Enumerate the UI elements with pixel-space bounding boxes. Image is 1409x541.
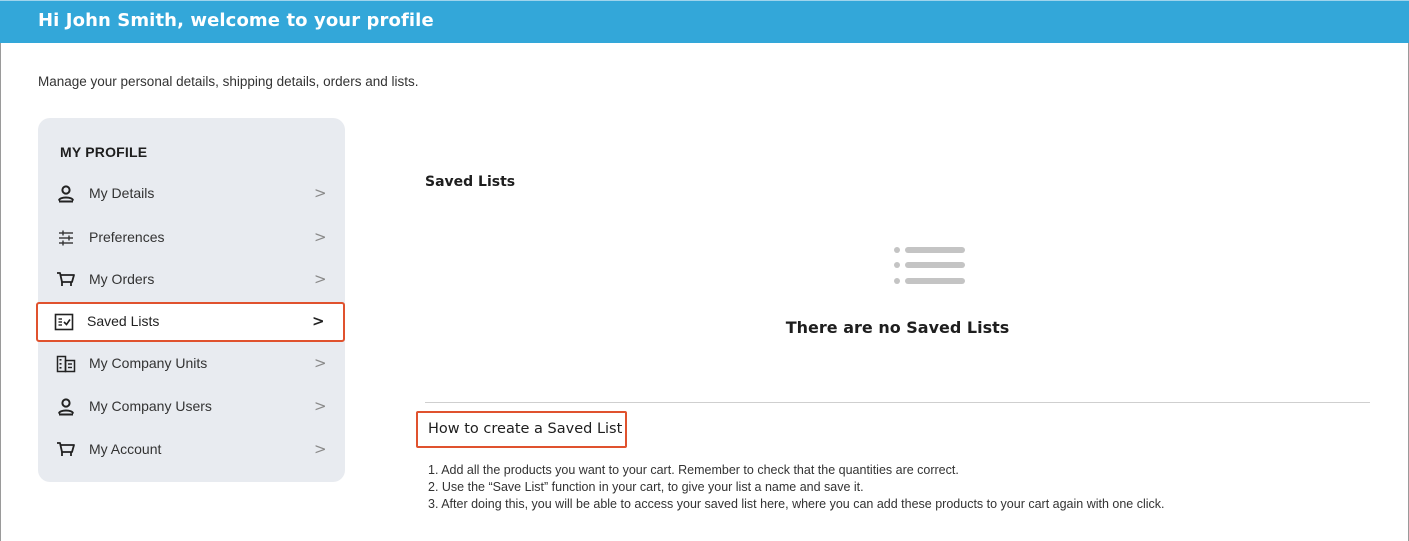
sidebar-item-label: Preferences [89,229,165,245]
sidebar-item-preferences[interactable]: Preferences > [38,218,345,258]
divider [425,402,1370,403]
howto-title: How to create a Saved List [428,421,623,437]
cart-icon [57,272,75,286]
sidebar-item-label: My Account [89,441,162,457]
checklist-icon [54,313,74,331]
sidebar-item-label: My Details [89,185,155,201]
cart-icon [57,442,75,456]
sidebar-item-my-account[interactable]: My Account > [38,430,345,470]
user-icon [58,185,74,203]
sidebar-item-saved-lists[interactable]: Saved Lists > [36,302,345,342]
howto-steps: 1. Add all the products you want to your… [428,462,1165,513]
chevron-right-icon: > [314,184,327,202]
section-title: Saved Lists [425,174,516,190]
chevron-right-icon: > [314,440,327,458]
sidebar-item-my-orders[interactable]: My Orders > [38,260,345,300]
list-item: 2. Use the “Save List” function in your … [428,480,864,494]
profile-sidebar: MY PROFILE My Details > Preferences > My… [36,118,345,482]
sidebar-item-label: My Orders [89,271,155,287]
chevron-right-icon: > [314,270,327,288]
sidebar-title: MY PROFILE [60,144,148,160]
page-title: Hi John Smith, welcome to your profile [38,10,434,31]
user-icon [58,398,74,416]
list-item: 3. After doing this, you will be able to… [428,497,1165,511]
sidebar-item-my-company-users[interactable]: My Company Users > [38,387,345,427]
empty-state-message: There are no Saved Lists [785,318,1010,337]
sidebar-item-label: My Company Units [89,355,208,371]
howto-heading-box: How to create a Saved List [416,411,627,448]
sliders-icon [59,230,73,246]
list-item: 1. Add all the products you want to your… [428,463,959,477]
page-subtitle: Manage your personal details, shipping d… [38,74,419,89]
sidebar-item-label: My Company Users [89,398,212,414]
sidebar-item-my-company-units[interactable]: My Company Units > [38,344,345,384]
chevron-right-icon: > [312,312,325,330]
page-header: Hi John Smith, welcome to your profile [0,0,1409,43]
chevron-right-icon: > [314,397,327,415]
building-icon [56,355,76,373]
chevron-right-icon: > [314,228,327,246]
sidebar-item-my-details[interactable]: My Details > [38,174,345,214]
chevron-right-icon: > [314,354,327,372]
sidebar-item-label: Saved Lists [87,313,160,329]
list-icon [894,247,965,284]
